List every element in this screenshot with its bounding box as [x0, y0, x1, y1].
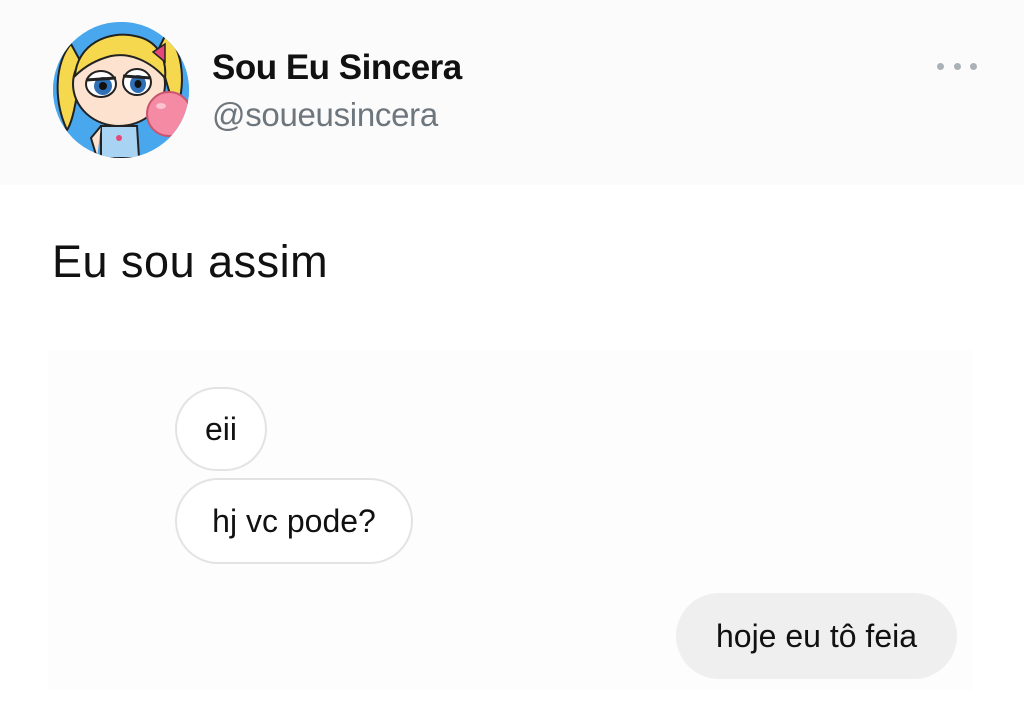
incoming-message-bubble: hj vc pode?: [175, 478, 413, 564]
more-dot: [970, 62, 977, 70]
display-name[interactable]: Sou Eu Sincera: [212, 48, 462, 88]
more-options-icon[interactable]: [937, 55, 977, 77]
avatar[interactable]: [53, 22, 189, 158]
tweet-text: Eu sou assim: [52, 236, 329, 287]
message-text: hoje eu tô feia: [715, 618, 918, 654]
outgoing-message-bubble: hoje eu tô feia: [676, 593, 957, 679]
more-dot: [953, 62, 961, 70]
more-dot: [937, 62, 944, 70]
user-handle[interactable]: @soueusincera: [212, 96, 438, 134]
message-text: eii: [204, 411, 237, 447]
message-text: hj vc pode?: [212, 503, 376, 539]
powerpuff-bubbles-avatar-icon: [53, 22, 189, 158]
incoming-message-bubble: eii: [175, 387, 267, 471]
